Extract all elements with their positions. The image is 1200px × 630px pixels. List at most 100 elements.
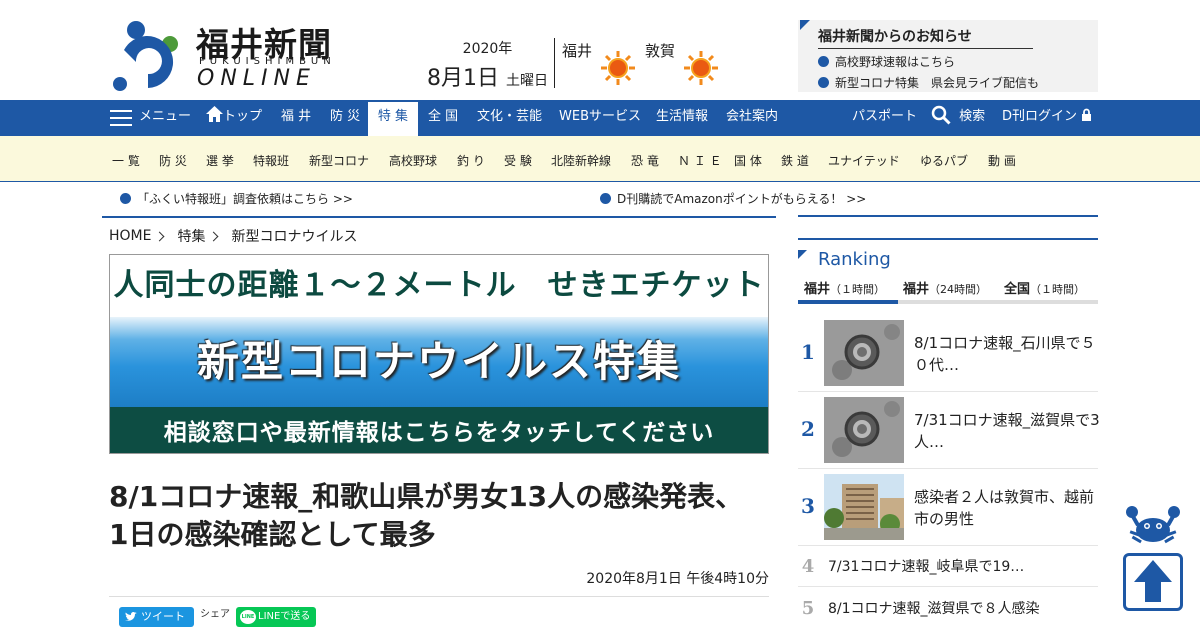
back-to-top-button[interactable] xyxy=(1123,553,1183,611)
bullet-icon xyxy=(600,193,611,204)
logo-mark-icon xyxy=(113,21,178,91)
category-nav: 一 覧 防 災 選 挙 特報班 新型コロナ 高校野球 釣 り 受 験 北陸新幹線… xyxy=(0,136,1200,182)
search-icon xyxy=(931,105,951,125)
divider xyxy=(102,216,776,218)
building-image-icon xyxy=(824,474,904,540)
arrow-up-icon xyxy=(1134,560,1172,602)
banner-bottom-text: 相談窓口や最新情報はこちらをタッチしてください xyxy=(110,407,768,453)
nav-bousai[interactable]: 防 災 xyxy=(330,100,360,136)
weather-tsuruga[interactable]: 敦賀 xyxy=(645,40,718,85)
article-date: 2020年8月1日 午後4時10分 xyxy=(586,571,769,587)
rank-number: 1 xyxy=(801,340,815,364)
logo-online: ONLINE xyxy=(197,66,316,91)
divider xyxy=(798,586,1098,587)
nav-search[interactable]: 検索 xyxy=(931,100,985,136)
ranking-article-link[interactable]: 感染者２人は敦賀市、越前市の男性 xyxy=(914,486,1100,530)
site-logo[interactable]: 福井新聞 FUKUISHIMBUN ONLINE xyxy=(110,18,360,92)
weather-fukui[interactable]: 福井 xyxy=(562,40,635,85)
virus-image-icon xyxy=(824,397,904,463)
announcement-link[interactable]: D刊購読でAmazonポイントがもらえる！ >> xyxy=(600,190,866,207)
ranking-tab-national-1h[interactable]: 全国（１時間） xyxy=(1004,278,1085,297)
notice-link[interactable]: 高校野球速報はこちら xyxy=(818,53,1098,70)
ranking-tab-active-indicator xyxy=(798,300,898,304)
category-link[interactable]: Ｎ Ｉ Ｅ xyxy=(678,152,722,169)
category-link[interactable]: 北陸新幹線 xyxy=(551,152,611,169)
category-link[interactable]: 国 体 xyxy=(734,152,762,169)
category-link[interactable]: 動 画 xyxy=(988,152,1016,169)
rank-number: 5 xyxy=(801,598,815,619)
nav-web-service[interactable]: WEBサービス xyxy=(559,100,641,136)
category-link[interactable]: 新型コロナ xyxy=(309,152,369,169)
category-link[interactable]: 特報班 xyxy=(253,152,289,169)
category-link[interactable]: 選 挙 xyxy=(206,152,234,169)
breadcrumb: HOME 特集 新型コロナウイルス xyxy=(109,226,371,246)
date-day: 8月1日 土曜日 xyxy=(427,66,548,91)
category-link[interactable]: ゆるパブ xyxy=(920,152,968,169)
ranking-tab-fukui-24h[interactable]: 福井（24時間） xyxy=(903,278,987,297)
nav-living[interactable]: 生活情報 xyxy=(656,100,708,136)
banner-title: 新型コロナウイルス特集 xyxy=(110,317,768,407)
ranking-article-link[interactable]: 7/31コロナ速報_岐阜県で19… xyxy=(828,556,1098,578)
hamburger-icon[interactable] xyxy=(110,110,132,126)
divider xyxy=(798,391,1098,392)
rank-number: 3 xyxy=(801,494,815,518)
ranking-article-link[interactable]: 8/1コロナ速報_石川県で５０代… xyxy=(914,332,1100,376)
breadcrumb-tokushu[interactable]: 特集 xyxy=(177,226,219,246)
category-link[interactable]: 恐 竜 xyxy=(631,152,659,169)
announcement-link[interactable]: 「ふくい特報班」調査依頼はこちら >> xyxy=(120,190,353,207)
corner-marker xyxy=(800,20,810,30)
nav-menu[interactable]: メニュー xyxy=(139,100,191,136)
bullet-icon xyxy=(120,193,131,204)
building-thumbnail[interactable] xyxy=(824,474,904,540)
notice-box: 福井新聞からのお知らせ 高校野球速報はこちら 新型コロナ特集 県会見ライブ配信も xyxy=(798,20,1098,92)
virus-thumbnail[interactable] xyxy=(824,397,904,463)
bullet-icon xyxy=(818,77,829,88)
divider xyxy=(798,545,1098,546)
site-header: 福井新聞 FUKUISHIMBUN ONLINE 2020年 8月1日 土曜日 … xyxy=(0,0,1200,100)
nav-login[interactable]: D刊ログイン xyxy=(1002,100,1092,136)
corona-banner[interactable]: 人同士の距離１～２メートル せきエチケット 新型コロナウイルス特集 相談窓口や最… xyxy=(109,254,769,454)
ranking-title: Ranking xyxy=(818,249,891,270)
nav-fukui[interactable]: 福 井 xyxy=(281,100,311,136)
divider xyxy=(798,238,1098,240)
virus-image-icon xyxy=(824,320,904,386)
divider xyxy=(798,215,1098,217)
category-link[interactable]: 防 災 xyxy=(159,152,187,169)
twitter-icon xyxy=(125,612,137,621)
sun-icon xyxy=(684,51,718,85)
ranking-tab-fukui-1h[interactable]: 福井（１時間） xyxy=(804,278,885,297)
notice-link[interactable]: 新型コロナ特集 県会見ライブ配信も xyxy=(818,74,1098,91)
category-link[interactable]: 鉄 道 xyxy=(781,152,809,169)
sun-icon xyxy=(601,51,635,85)
breadcrumb-home[interactable]: HOME xyxy=(109,226,165,246)
nav-tokushu[interactable]: 特 集 xyxy=(368,102,418,140)
corner-marker xyxy=(798,250,807,259)
line-share-button[interactable]: LINE LINEで送る xyxy=(236,607,316,627)
rank-number: 4 xyxy=(801,556,815,577)
nav-top[interactable]: トップ xyxy=(206,100,262,136)
breadcrumb-current: 新型コロナウイルス xyxy=(231,229,358,245)
bullet-icon xyxy=(818,56,829,67)
category-link[interactable]: 高校野球 xyxy=(389,152,437,169)
chevron-right-icon xyxy=(155,231,165,241)
category-link[interactable]: ユナイテッド xyxy=(828,152,900,169)
tweet-button[interactable]: ツイート xyxy=(119,607,194,627)
crab-mascot-icon[interactable] xyxy=(1124,504,1182,546)
nav-zenkoku[interactable]: 全 国 xyxy=(428,100,458,136)
category-link[interactable]: 受 験 xyxy=(504,152,532,169)
divider xyxy=(109,596,769,597)
date-year: 2020年 xyxy=(462,41,513,57)
lock-icon xyxy=(1082,108,1092,121)
rank-number: 2 xyxy=(801,417,815,441)
nav-culture[interactable]: 文化・芸能 xyxy=(477,100,542,136)
category-link[interactable]: 釣 り xyxy=(457,152,485,169)
nav-passport[interactable]: パスポート xyxy=(852,100,917,136)
nav-company[interactable]: 会社案内 xyxy=(726,100,778,136)
ranking-article-link[interactable]: 7/31コロナ速報_滋賀県で3人… xyxy=(914,409,1100,453)
category-link[interactable]: 一 覧 xyxy=(112,152,140,169)
ranking-article-link[interactable]: 8/1コロナ速報_滋賀県で８人感染 xyxy=(828,598,1098,620)
notice-title: 福井新聞からのお知らせ xyxy=(818,26,1033,49)
chevron-right-icon xyxy=(209,231,219,241)
virus-thumbnail[interactable] xyxy=(824,320,904,386)
share-label: シェア xyxy=(200,609,230,620)
